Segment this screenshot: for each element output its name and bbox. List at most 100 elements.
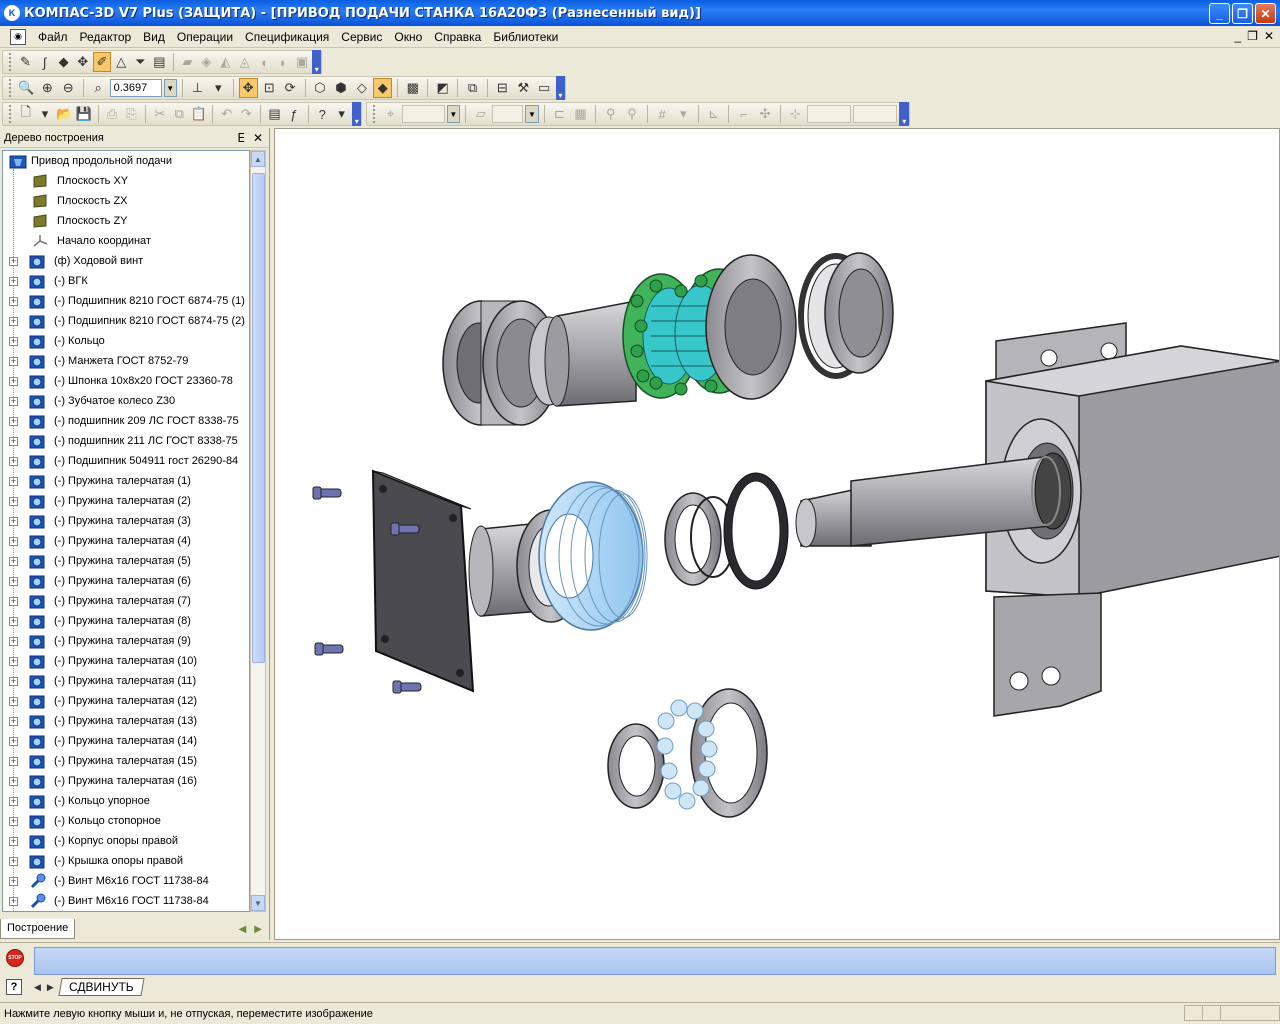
- command-parameters-field[interactable]: [34, 947, 1276, 975]
- tree-item-part[interactable]: + (-) подшипник 211 ЛС ГОСТ 8338-75: [3, 431, 249, 451]
- toolbar-state-options-icon[interactable]: ▾: [899, 102, 910, 126]
- tree-item-plane[interactable]: Плоскость XY: [3, 171, 249, 191]
- tree-item-part[interactable]: + (-) Пружина талерчатая (5): [3, 551, 249, 571]
- expand-icon[interactable]: +: [9, 616, 18, 626]
- tab-next-icon[interactable]: ▶: [254, 924, 262, 935]
- expand-icon[interactable]: +: [9, 756, 18, 766]
- properties-icon[interactable]: ▤: [266, 104, 283, 124]
- tree-item-part[interactable]: + (-) Пружина талерчатая (9): [3, 631, 249, 651]
- show-all-icon[interactable]: ⊡: [260, 78, 279, 98]
- tree-item-part[interactable]: + (-) Подшипник 8210 ГОСТ 6874-75 (2): [3, 311, 249, 331]
- zoom-in-icon[interactable]: ⊕: [38, 78, 57, 98]
- new-dropdown-icon[interactable]: ▾: [36, 104, 53, 124]
- lower-bearing-group[interactable]: [607, 688, 768, 818]
- expand-icon[interactable]: +: [9, 676, 18, 686]
- menu-item[interactable]: Спецификация: [239, 30, 335, 44]
- expand-icon[interactable]: +: [9, 476, 18, 486]
- expand-icon[interactable]: +: [9, 296, 18, 306]
- expand-icon[interactable]: +: [9, 896, 18, 906]
- context-help-icon[interactable]: ?: [314, 104, 331, 124]
- menu-item[interactable]: Вид: [137, 30, 171, 44]
- expand-icon[interactable]: +: [9, 496, 18, 506]
- support-cover[interactable]: [371, 469, 475, 693]
- expand-icon[interactable]: +: [9, 636, 18, 646]
- tree-item-part[interactable]: + (-) Крышка опоры правой: [3, 851, 249, 871]
- expand-icon[interactable]: +: [9, 396, 18, 406]
- orientation-dropdown-icon[interactable]: ▾: [209, 78, 228, 98]
- expand-icon[interactable]: +: [9, 796, 18, 806]
- tree-item-part[interactable]: + (-) Пружина талерчатая (3): [3, 511, 249, 531]
- scroll-thumb[interactable]: [252, 173, 265, 663]
- expand-icon[interactable]: +: [9, 836, 18, 846]
- expand-icon[interactable]: +: [9, 316, 18, 326]
- tree-item-part[interactable]: + (-) Пружина талерчатая (10): [3, 651, 249, 671]
- expand-icon[interactable]: +: [9, 336, 18, 346]
- tree-item-part[interactable]: + (-) Пружина талерчатая (6): [3, 571, 249, 591]
- toolbar-options-icon[interactable]: ▾: [312, 50, 321, 74]
- expand-icon[interactable]: +: [9, 656, 18, 666]
- shaded-edges-icon[interactable]: ▩: [403, 78, 422, 98]
- tree-item-part[interactable]: + (-) Зубчатое колесо Z30: [3, 391, 249, 411]
- expand-icon[interactable]: +: [9, 436, 18, 446]
- nut-housing[interactable]: [705, 252, 894, 400]
- expand-icon[interactable]: +: [9, 776, 18, 786]
- measure-icon[interactable]: ⚒: [514, 78, 533, 98]
- tab-scroll-left-icon[interactable]: ◀: [34, 982, 41, 993]
- menu-item[interactable]: Редактор: [74, 30, 138, 44]
- pencil-icon[interactable]: ✐: [93, 52, 111, 72]
- path-icon[interactable]: ✥: [74, 52, 91, 72]
- expand-icon[interactable]: +: [9, 376, 18, 386]
- upper-bearing-group[interactable]: [442, 300, 637, 426]
- tree-item-part[interactable]: + (-) Подшипник 504911 гост 26290-84: [3, 451, 249, 471]
- expand-icon[interactable]: +: [9, 456, 18, 466]
- expand-icon[interactable]: +: [9, 856, 18, 866]
- expand-icon[interactable]: +: [9, 416, 18, 426]
- sketch-icon[interactable]: ✎: [17, 52, 34, 72]
- mdi-restore-button[interactable]: ❐: [1247, 29, 1258, 43]
- mdi-close-button[interactable]: ✕: [1264, 29, 1274, 43]
- scroll-down-icon[interactable]: ▼: [251, 895, 265, 911]
- expand-icon[interactable]: +: [9, 356, 18, 366]
- menu-item[interactable]: Справка: [428, 30, 487, 44]
- minimize-button[interactable]: _: [1209, 3, 1230, 24]
- filter-icon[interactable]: ⏷: [132, 52, 149, 72]
- expand-icon[interactable]: +: [9, 716, 18, 726]
- stop-icon[interactable]: STOP: [6, 949, 24, 967]
- help-dropdown-icon[interactable]: ▾: [333, 104, 350, 124]
- shaded-icon[interactable]: ◆: [373, 78, 393, 98]
- model-tree[interactable]: Привод продольной подачи Плоскость XY Пло…: [2, 150, 250, 912]
- point-icon[interactable]: ◆: [55, 52, 72, 72]
- tree-item-part[interactable]: + (-) Шпонка 10х8х20 ГОСТ 23360-78: [3, 371, 249, 391]
- expand-icon[interactable]: +: [9, 696, 18, 706]
- mdi-minimize-button[interactable]: _: [1234, 29, 1241, 43]
- expand-icon[interactable]: +: [9, 256, 18, 266]
- pin-icon[interactable]: ⴹ: [237, 131, 245, 145]
- save-icon[interactable]: 💾: [75, 104, 92, 124]
- wireframe-icon[interactable]: ⬡: [311, 78, 330, 98]
- open-folder-icon[interactable]: 📂: [56, 104, 73, 124]
- tree-item-part[interactable]: + (-) Корпус опоры правой: [3, 831, 249, 851]
- tree-item-part[interactable]: + (-) Пружина талерчатая (11): [3, 671, 249, 691]
- tree-item-part[interactable]: + (-) Пружина талерчатая (4): [3, 531, 249, 551]
- help-icon[interactable]: ?: [6, 979, 22, 995]
- explode-icon[interactable]: ⧉: [463, 78, 482, 98]
- tab-pan-command[interactable]: СДВИНУТЬ: [58, 978, 145, 996]
- tree-item-part[interactable]: + (-) Пружина талерчатая (14): [3, 731, 249, 751]
- hidden-lines-icon[interactable]: ⬢: [331, 78, 350, 98]
- tree-item-plane[interactable]: Плоскость ZY: [3, 211, 249, 231]
- tree-item-part[interactable]: + (-) Пружина талерчатая (16): [3, 771, 249, 791]
- spline-icon[interactable]: ∫: [36, 52, 53, 72]
- hidden-thin-icon[interactable]: ◇: [352, 78, 371, 98]
- tree-item-part[interactable]: + (-) Пружина талерчатая (13): [3, 711, 249, 731]
- perspective-icon[interactable]: ◩: [433, 78, 452, 98]
- tree-item-part[interactable]: + (-) Пружина талерчатая (7): [3, 591, 249, 611]
- tree-item-part[interactable]: + (ф) Ходовой винт: [3, 251, 249, 271]
- bearing-and-seal[interactable]: [664, 472, 789, 590]
- menu-item[interactable]: Сервис: [335, 30, 388, 44]
- tree-item-part[interactable]: + (-) Пружина талерчатая (15): [3, 751, 249, 771]
- toolbar-standard-options-icon[interactable]: ▾: [352, 102, 362, 126]
- zoom-out-icon[interactable]: ⊖: [59, 78, 78, 98]
- expand-icon[interactable]: +: [9, 536, 18, 546]
- exploded-assembly-view[interactable]: [275, 129, 1280, 940]
- disc-springs[interactable]: [538, 481, 648, 631]
